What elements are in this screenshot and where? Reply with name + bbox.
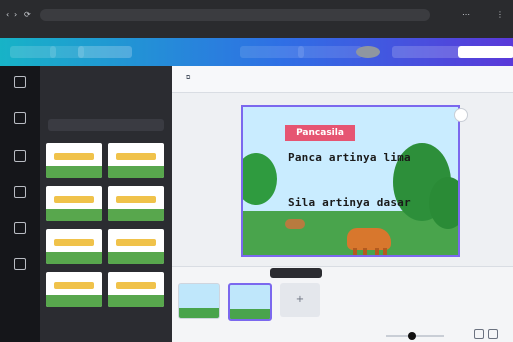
document-title[interactable] — [240, 46, 304, 58]
template-thumb-6[interactable] — [108, 229, 164, 264]
template-thumb-1[interactable] — [46, 143, 102, 178]
rail-item-apps[interactable] — [7, 258, 33, 280]
template-thumb-2[interactable] — [108, 143, 164, 178]
share-button[interactable] — [458, 46, 513, 58]
slide-canvas[interactable]: Pancasila Panca artinya lima Sila artiny… — [241, 105, 460, 257]
tree-foliage — [429, 177, 458, 229]
rail-item-uploads[interactable] — [7, 150, 33, 172]
forward-icon[interactable]: › — [14, 10, 17, 19]
rail-item-projects[interactable] — [7, 222, 33, 244]
template-thumb-4[interactable] — [108, 186, 164, 221]
grid-view-icon[interactable] — [474, 329, 484, 339]
slide-notes-icon[interactable] — [454, 108, 468, 122]
slide-ribbon-title[interactable]: Pancasila — [285, 125, 355, 141]
menu-icon[interactable]: ⋮ — [496, 10, 504, 19]
tooltip — [270, 268, 322, 278]
template-thumb-8[interactable] — [108, 272, 164, 307]
address-bar[interactable] — [40, 9, 430, 21]
projects-icon — [14, 222, 26, 234]
extensions-icon[interactable]: ⋯ — [462, 10, 470, 19]
template-thumb-5[interactable] — [46, 229, 102, 264]
template-thumbnails — [46, 143, 166, 339]
share-info — [298, 46, 362, 58]
elements-icon — [14, 112, 26, 124]
rail-item-elements[interactable] — [7, 112, 33, 134]
undo-icon[interactable] — [140, 46, 162, 58]
deer-illustration[interactable] — [285, 219, 305, 229]
canva-topbar — [0, 38, 513, 66]
slide-text-line-1[interactable]: Panca artinya lima — [288, 151, 418, 164]
zoom-slider[interactable] — [386, 332, 444, 340]
left-rail — [0, 66, 40, 342]
template-thumb-3[interactable] — [46, 186, 102, 221]
page-thumb-1[interactable] — [178, 283, 220, 319]
download-button[interactable] — [392, 46, 464, 58]
page-thumb-2[interactable] — [228, 283, 272, 321]
apply-all-pages-button[interactable] — [48, 119, 164, 131]
browser-chrome: ‹ › ⟳ ⋯ ⋮ — [0, 0, 513, 38]
slide-text-line-2[interactable]: Sila artinya dasar — [288, 196, 418, 209]
resize-button[interactable] — [78, 46, 132, 58]
text-icon — [14, 186, 26, 198]
bookmarks-bar — [6, 24, 506, 34]
apps-icon — [14, 258, 26, 270]
design-icon — [14, 76, 26, 88]
canva-editor-screenshot: ‹ › ⟳ ⋯ ⋮ ⧉ Pancasila Panca artinya lima… — [0, 0, 513, 342]
canvas-toolbar: ⧉ — [172, 66, 513, 93]
rail-item-design[interactable] — [7, 76, 33, 98]
rail-item-text[interactable] — [7, 186, 33, 208]
reload-icon[interactable]: ⟳ — [24, 10, 31, 19]
back-icon[interactable]: ‹ — [6, 10, 9, 19]
filmstrip — [172, 266, 513, 342]
duplicate-icon[interactable]: ⧉ — [186, 74, 190, 82]
fullscreen-icon[interactable] — [488, 329, 498, 339]
add-page-button[interactable]: + — [280, 283, 320, 317]
bull-illustration[interactable] — [347, 228, 391, 255]
template-thumb-7[interactable] — [46, 272, 102, 307]
upload-icon — [14, 150, 26, 162]
